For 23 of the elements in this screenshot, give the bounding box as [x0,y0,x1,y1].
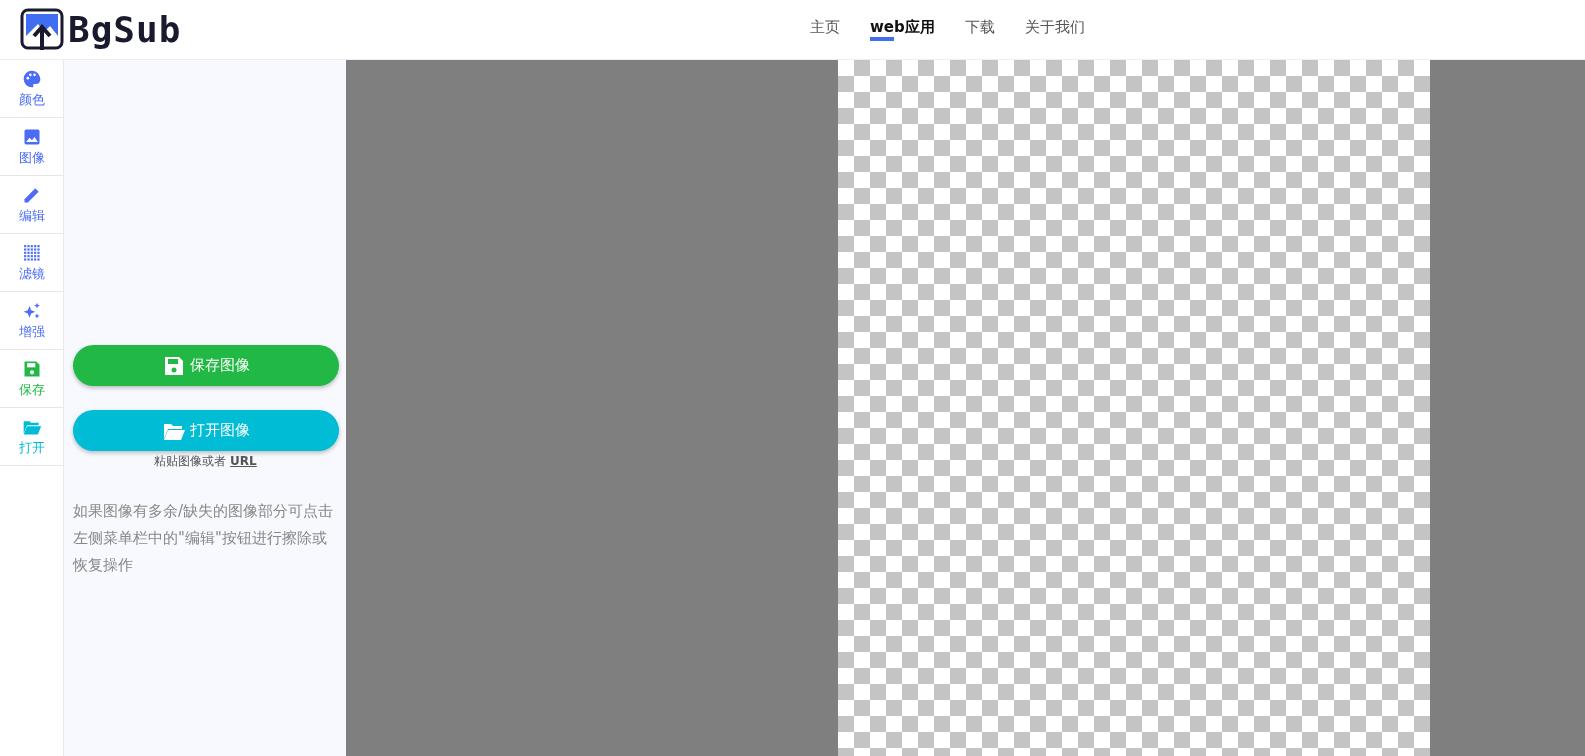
nav-tab[interactable]: 关于我们 [1024,14,1085,45]
sidebar-label: 编辑 [18,206,45,225]
sidebar-label: 保存 [18,380,45,399]
sidebar-item[interactable]: 图像 [0,118,63,176]
sidebar-label: 滤镜 [18,264,45,283]
sidebar-item[interactable]: 颜色 [0,60,63,118]
logo-text: BgSub [68,9,182,50]
sidebar-label: 增强 [18,322,45,341]
logo-icon [20,7,64,52]
nav-tab[interactable]: 主页 [810,14,840,45]
sidebar-item[interactable]: 保存 [0,350,63,408]
save-image-button[interactable]: 保存图像 [73,345,339,386]
url-link[interactable]: URL [230,454,257,468]
sidebar-item[interactable]: 编辑 [0,176,63,234]
paste-text: 粘贴图像或者 [154,454,227,468]
sidebar-label: 颜色 [18,90,45,109]
sidebar-item[interactable]: 增强 [0,292,63,350]
sidebar-item[interactable]: 打开 [0,408,63,466]
sidebar-label: 打开 [18,438,45,457]
sidebar-item[interactable]: 滤镜 [0,234,63,292]
nav-tab[interactable]: 下载 [964,14,995,45]
hint-text: 如果图像有多余/缺失的图像部分可点击左侧菜单栏中的"编辑"按钮进行擦除或恢复操作 [73,501,335,576]
sidebar-label: 图像 [18,148,45,167]
